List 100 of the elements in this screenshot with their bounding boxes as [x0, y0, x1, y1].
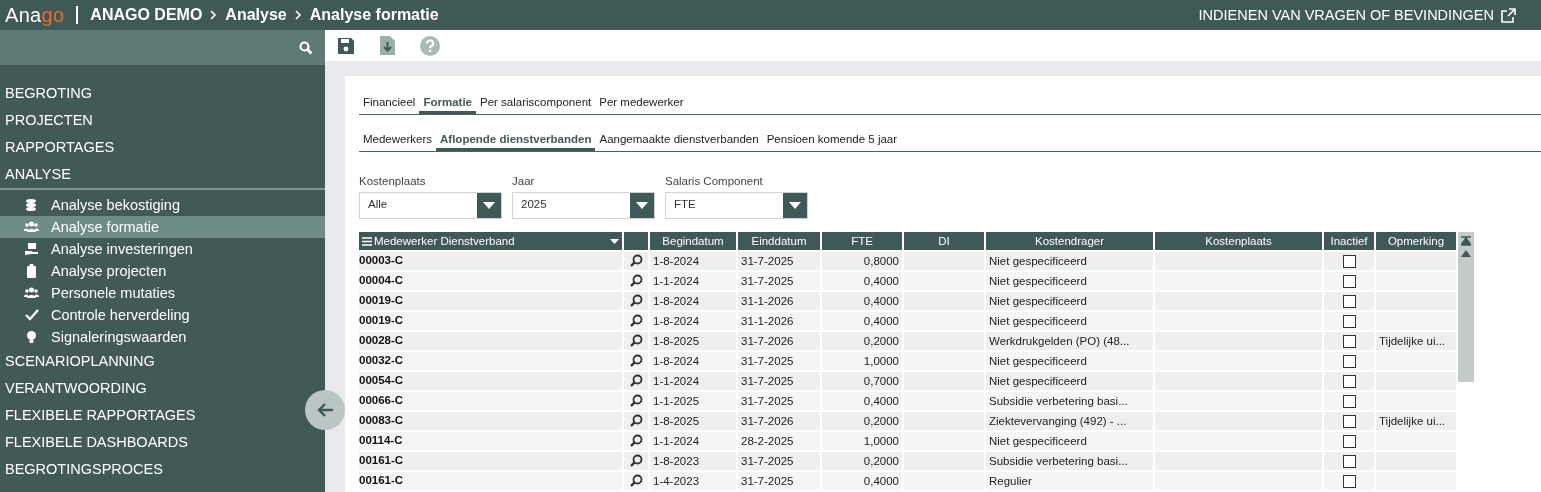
submenu-item[interactable]: Analyse projecten	[0, 260, 325, 282]
bulb-icon	[24, 330, 39, 344]
table-cell: 0,8000	[822, 252, 902, 270]
users-icon	[24, 286, 39, 300]
table-cell-text: 00161-C	[359, 473, 405, 488]
collapse-button[interactable]	[305, 390, 345, 430]
dropdown[interactable]: Alle	[359, 192, 502, 219]
tab[interactable]: Aflopende dienstverbanden	[436, 131, 596, 151]
checkbox[interactable]	[1342, 274, 1356, 288]
table-cell: 1-8-2023	[650, 452, 736, 470]
tab[interactable]: Formatie	[419, 94, 476, 114]
table-cell: Niet gespecificeerd	[986, 312, 1153, 330]
logo[interactable]: Anago	[5, 3, 65, 27]
menu-item[interactable]: ANALYSE	[0, 161, 325, 190]
table-cell: 31-7-2026	[738, 412, 820, 430]
submenu-item[interactable]: Analyse bekostiging	[0, 194, 325, 216]
dropdown[interactable]: 2025	[512, 192, 655, 219]
checkbox[interactable]	[1342, 474, 1356, 488]
tab[interactable]: Pensioen komende 5 jaar	[762, 131, 902, 151]
search-icon[interactable]	[629, 393, 643, 407]
menu-item[interactable]: BEGROTING	[0, 80, 96, 107]
menu-item[interactable]: PROJECTEN	[0, 107, 97, 134]
caret-icon	[789, 202, 801, 209]
table-cell: 1-8-2024	[650, 292, 736, 310]
search-icon[interactable]	[629, 473, 643, 487]
checkbox[interactable]	[1342, 434, 1356, 448]
column-header[interactable]: DI	[904, 232, 984, 250]
scroll-up-icon[interactable]	[1461, 250, 1471, 257]
search-icon[interactable]	[629, 453, 643, 467]
tab[interactable]: Per salariscomponent	[476, 94, 596, 114]
table-cell: 31-1-2026	[738, 292, 820, 310]
table-cell-text: 00114-C	[359, 433, 404, 448]
table-cell: 31-7-2025	[738, 452, 820, 470]
table-cell: 0,4000	[822, 472, 902, 490]
search-icon[interactable]	[629, 293, 643, 307]
table-cell-text: 00019-C	[359, 293, 405, 308]
menu-item[interactable]: SCENARIOPLANNING	[0, 348, 159, 375]
checkbox[interactable]	[1342, 454, 1356, 468]
scroll-top-icon[interactable]	[1461, 236, 1471, 246]
checkbox[interactable]	[1342, 414, 1356, 428]
tab[interactable]: Medewerkers	[359, 131, 437, 151]
search-icon[interactable]	[629, 253, 643, 267]
table-cell: 31-1-2026	[738, 312, 820, 330]
checkbox[interactable]	[1342, 254, 1356, 268]
checkbox[interactable]	[1342, 314, 1356, 328]
menu-item[interactable]: RAPPORTAGES	[0, 134, 119, 161]
table-cell-text: 00066-C	[359, 393, 405, 408]
checkbox[interactable]	[1342, 374, 1356, 388]
scrollbar[interactable]	[1458, 232, 1474, 382]
table-cell: Niet gespecificeerd	[986, 352, 1153, 370]
column-header[interactable]: Medewerker Dienstverband	[359, 232, 622, 250]
checkbox[interactable]	[1342, 394, 1356, 408]
menu-item[interactable]: FLEXIBELE DASHBOARDS	[0, 429, 192, 456]
save-icon[interactable]	[337, 36, 355, 55]
checkbox[interactable]	[1342, 334, 1356, 348]
checkbox[interactable]	[1342, 354, 1356, 368]
search-icon[interactable]	[629, 433, 643, 447]
breadcrumb-link[interactable]: Analyse	[225, 6, 287, 24]
search-icon[interactable]	[629, 333, 643, 347]
tab[interactable]: Financieel	[359, 94, 420, 114]
menu-icon	[362, 236, 372, 246]
search-icon[interactable]	[629, 413, 643, 427]
column-header	[624, 232, 648, 250]
submenu-item[interactable]: Signaleringswaarden	[0, 326, 325, 348]
feedback-link[interactable]: INDIENEN VAN VRAGEN OF BEVINDINGEN	[1198, 7, 1494, 23]
submenu-item[interactable]: Analyse formatie	[0, 216, 325, 238]
search-icon[interactable]	[629, 313, 643, 327]
menu-item[interactable]: BEGROTINGSPROCES	[0, 456, 167, 483]
search-icon[interactable]	[629, 273, 643, 287]
breadcrumb-link[interactable]: Analyse formatie	[309, 6, 439, 24]
breadcrumb-link[interactable]: ANAGO DEMO	[90, 6, 203, 24]
tab[interactable]: Per medewerker	[595, 94, 688, 114]
column-header[interactable]: Kostendrager	[986, 232, 1153, 250]
table-cell: Niet gespecificeerd	[986, 292, 1153, 310]
submenu-item[interactable]: Controle herverdeling	[0, 304, 325, 326]
table-cell: 31-7-2025	[738, 252, 820, 270]
column-header[interactable]: Einddatum	[738, 232, 820, 250]
column-header[interactable]: Opmerking	[1376, 232, 1456, 250]
column-header[interactable]: FTE	[822, 232, 902, 250]
dropdown[interactable]: FTE	[665, 192, 808, 219]
checkbox[interactable]	[1342, 294, 1356, 308]
table-cell: 31-7-2025	[738, 392, 820, 410]
tab[interactable]: Aangemaakte dienstverbanden	[595, 131, 763, 151]
column-header[interactable]: Kostenplaats	[1155, 232, 1322, 250]
table-cell: Tijdelijke ui...	[1379, 415, 1446, 427]
column-header[interactable]: Inactief	[1324, 232, 1374, 250]
download-file-icon[interactable]	[380, 36, 395, 55]
search-icon[interactable]	[629, 353, 643, 367]
column-header[interactable]: Begindatum	[650, 232, 736, 250]
table-cell: 1-8-2024	[650, 252, 736, 270]
table-cell: 1-8-2025	[650, 332, 736, 350]
submenu-item[interactable]: Analyse investeringen	[0, 238, 325, 260]
table-cell: Niet gespecificeerd	[986, 272, 1153, 290]
table-cell: 31-7-2025	[738, 272, 820, 290]
menu-item[interactable]: VERANTWOORDING	[0, 375, 151, 402]
search-icon[interactable]	[629, 373, 643, 387]
menu-item[interactable]: FLEXIBELE RAPPORTAGES	[0, 402, 200, 429]
caret-icon	[610, 238, 619, 244]
submenu-item[interactable]: Personele mutaties	[0, 282, 325, 304]
table-cell: 0,4000	[822, 312, 902, 330]
